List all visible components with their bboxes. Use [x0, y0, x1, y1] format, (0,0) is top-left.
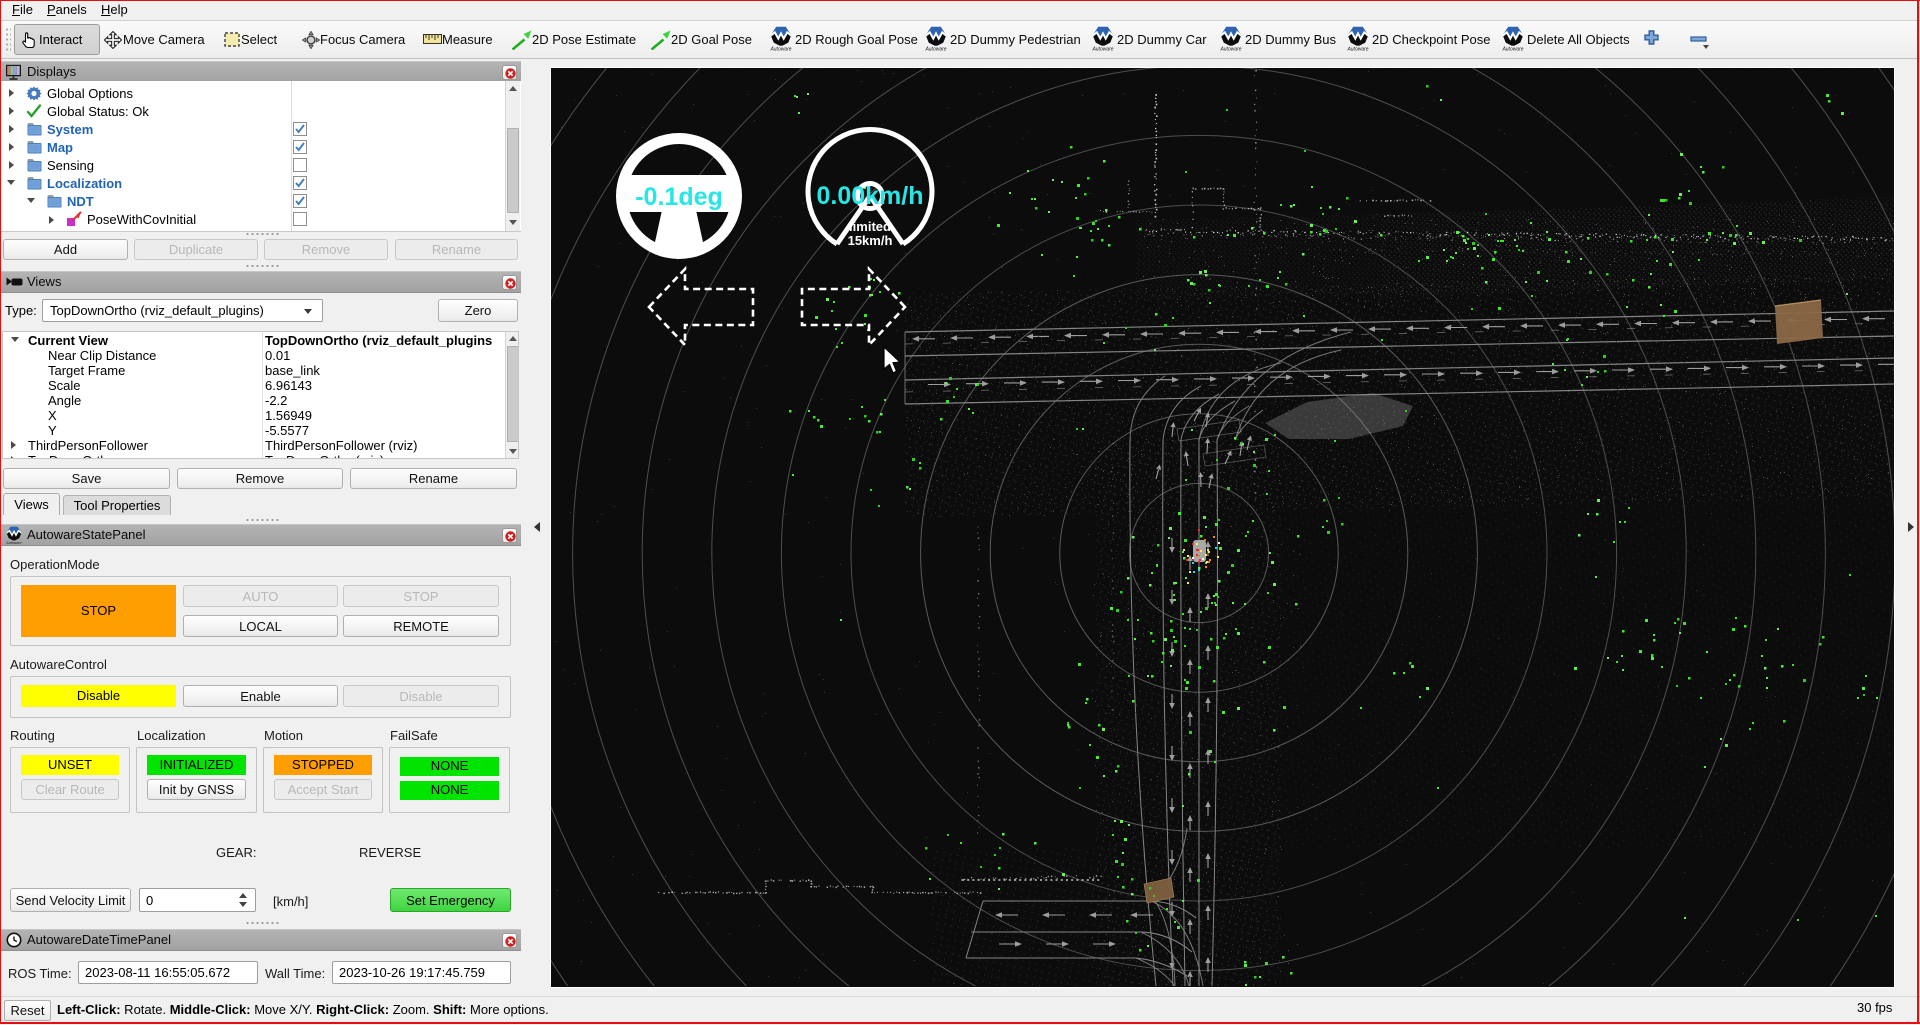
svg-text:-0.1deg: -0.1deg [635, 183, 723, 211]
svg-text:limited: limited [849, 219, 891, 234]
svg-text:0.00km/h: 0.00km/h [816, 182, 923, 210]
svg-text:15km/h: 15km/h [848, 233, 893, 248]
